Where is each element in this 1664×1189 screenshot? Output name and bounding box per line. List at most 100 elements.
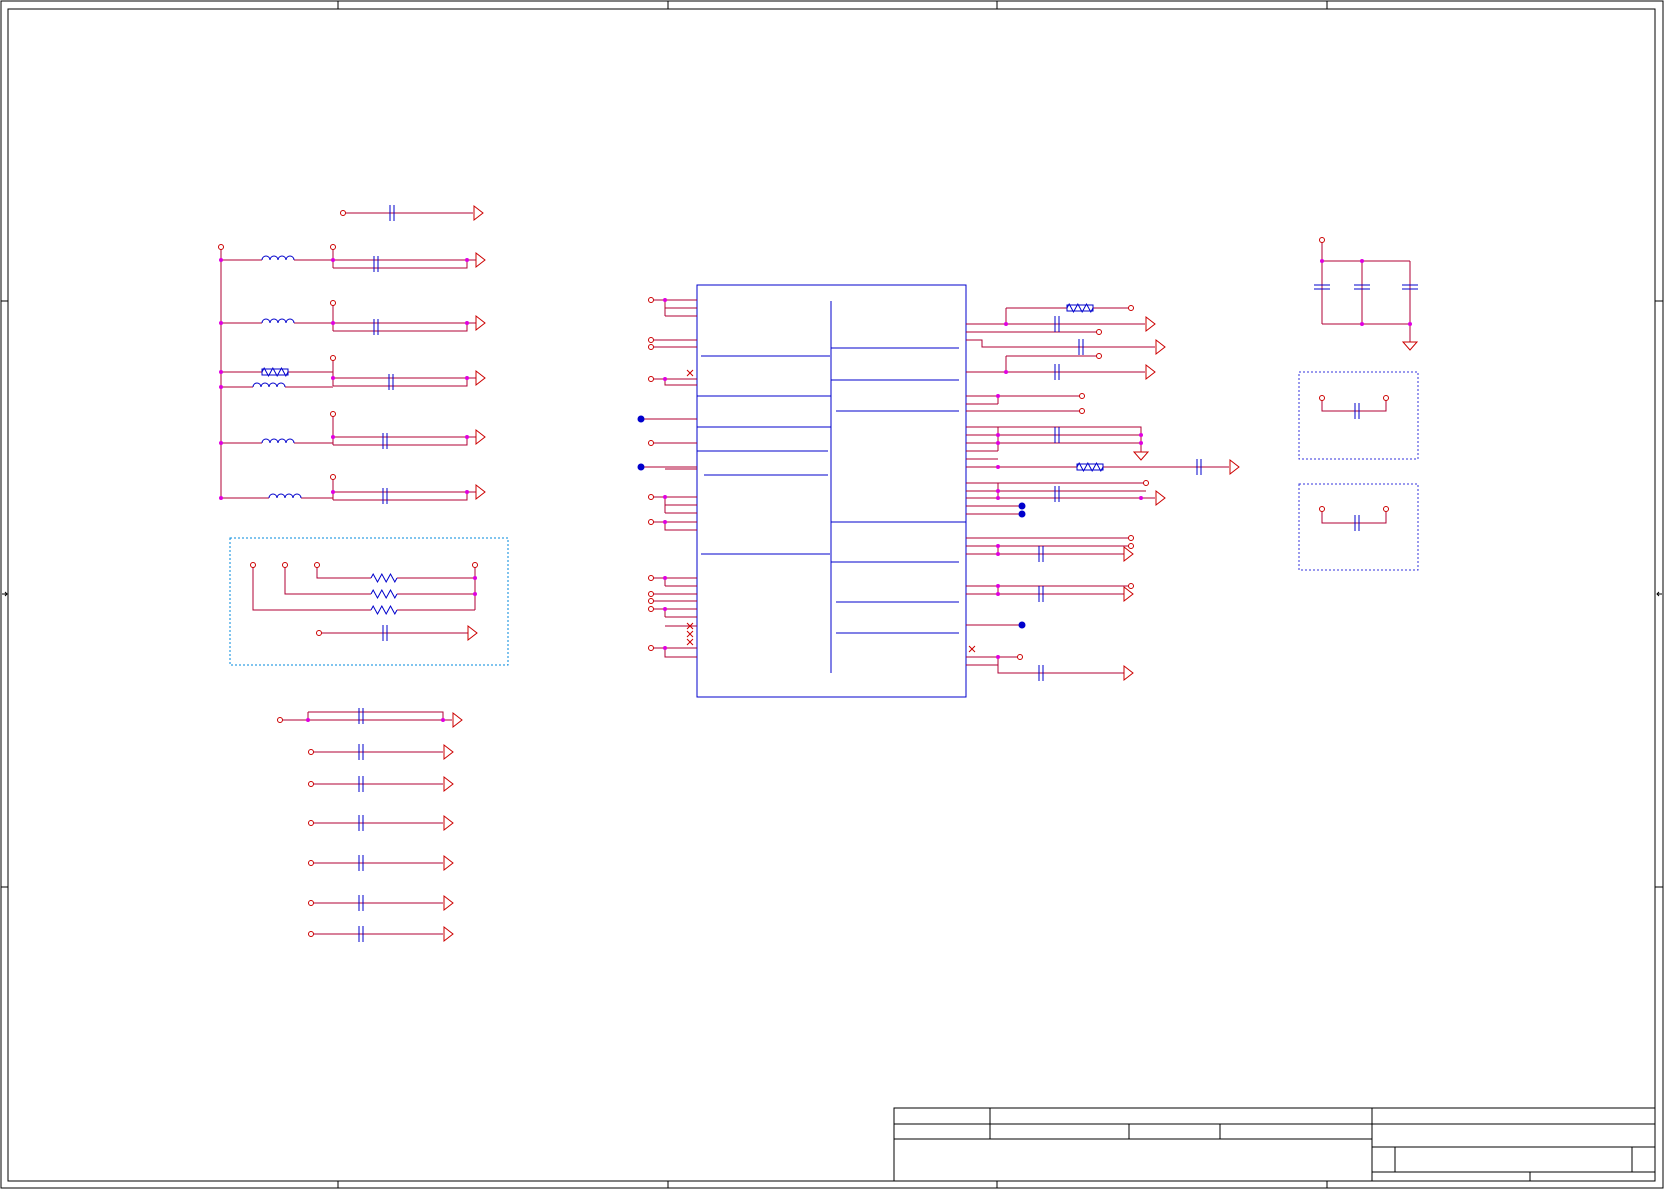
junction-dot	[996, 584, 1000, 588]
junction-dot	[331, 376, 335, 380]
ground-icon	[443, 775, 454, 793]
resistor-icon	[370, 572, 398, 584]
ground-icon	[473, 204, 484, 222]
junction-dot	[663, 298, 667, 302]
net-port-icon	[648, 344, 654, 350]
net-port-icon	[308, 931, 314, 937]
net-port-icon	[648, 494, 654, 500]
net-junction-icon	[1018, 621, 1026, 629]
wires-layer	[220, 212, 1411, 935]
net-junction-icon	[637, 415, 645, 423]
ground-icon	[475, 428, 486, 446]
resistor-icon	[370, 604, 398, 616]
junction-dot	[996, 592, 1000, 596]
left-filter-group-box	[229, 537, 509, 666]
inductor-icon	[261, 318, 295, 324]
net-port-icon	[330, 411, 336, 417]
ground-icon	[467, 624, 478, 642]
junction-dot	[996, 496, 1000, 500]
junction-dot	[663, 377, 667, 381]
net-port-icon	[308, 860, 314, 866]
junction-dot	[465, 258, 469, 262]
ground-icon	[443, 743, 454, 761]
junction-dot	[331, 258, 335, 262]
wire	[333, 323, 468, 332]
no-connect-icon	[686, 369, 694, 377]
ground-icon	[1123, 664, 1134, 682]
wire	[284, 565, 371, 595]
wire	[333, 437, 468, 446]
ground-icon	[1132, 451, 1150, 461]
net-port-icon	[648, 575, 654, 581]
net-port-icon	[308, 749, 314, 755]
junction-dot	[219, 370, 223, 374]
net-port-icon	[648, 440, 654, 446]
junction-dot	[219, 441, 223, 445]
wire	[998, 426, 1142, 451]
wire	[333, 378, 468, 387]
junction-dot	[996, 544, 1000, 548]
sheet-border	[0, 0, 1664, 1189]
net-port-icon	[1128, 583, 1134, 589]
net-port-icon	[648, 591, 654, 597]
net-port-icon	[1096, 329, 1102, 335]
wire	[333, 260, 468, 269]
net-port-icon	[1383, 395, 1389, 401]
net-port-icon	[1128, 535, 1134, 541]
net-port-icon	[1096, 353, 1102, 359]
junction-dot	[473, 592, 477, 596]
junction-dot	[465, 321, 469, 325]
capacitor-icon	[382, 433, 388, 449]
schematic-canvas	[0, 0, 1664, 1189]
junction-dot	[1139, 433, 1143, 437]
junction-dot	[663, 646, 667, 650]
ground-icon	[443, 894, 454, 912]
junction-dot	[1004, 322, 1008, 326]
net-port-icon	[648, 606, 654, 612]
junction-dot	[465, 376, 469, 380]
wire	[966, 339, 1155, 348]
net-port-icon	[1079, 393, 1085, 399]
ground-icon	[475, 251, 486, 269]
junction-dot	[1004, 370, 1008, 374]
wire	[252, 565, 371, 611]
dashed-boxes	[229, 371, 1419, 666]
net-port-icon	[340, 210, 346, 216]
wire	[1321, 509, 1387, 524]
junction-dot	[996, 489, 1000, 493]
junction-dot	[441, 718, 445, 722]
net-port-icon	[330, 355, 336, 361]
junction-dot	[1408, 322, 1412, 326]
junction-dot	[219, 258, 223, 262]
net-port-icon	[648, 297, 654, 303]
ground-icon	[1401, 341, 1419, 351]
junction-dot	[1360, 259, 1364, 263]
net-port-icon	[330, 474, 336, 480]
net-port-icon	[648, 376, 654, 382]
title-block	[893, 1107, 1656, 1182]
inductor-icon	[252, 382, 286, 388]
junction-dot	[663, 576, 667, 580]
net-port-icon	[1319, 237, 1325, 243]
no-connect-icon	[968, 645, 976, 653]
net-port-icon	[1383, 506, 1389, 512]
net-port-icon	[1079, 408, 1085, 414]
junction-dot	[473, 576, 477, 580]
net-junction-icon	[1018, 510, 1026, 518]
net-port-icon	[308, 781, 314, 787]
net-port-icon	[1319, 506, 1325, 512]
ground-icon	[475, 369, 486, 387]
junction-dot	[996, 433, 1000, 437]
capacitor-icon	[373, 256, 379, 272]
ground-icon	[475, 483, 486, 501]
junction-dot	[663, 495, 667, 499]
main-ic	[696, 284, 967, 698]
resistor-icon	[370, 588, 398, 600]
parts-layer	[252, 204, 1419, 943]
junction-dot	[996, 441, 1000, 445]
junction-dot	[996, 552, 1000, 556]
ground-icon	[443, 925, 454, 943]
net-port-icon	[472, 562, 478, 568]
junction-dot	[996, 465, 1000, 469]
ground-icon	[443, 814, 454, 832]
